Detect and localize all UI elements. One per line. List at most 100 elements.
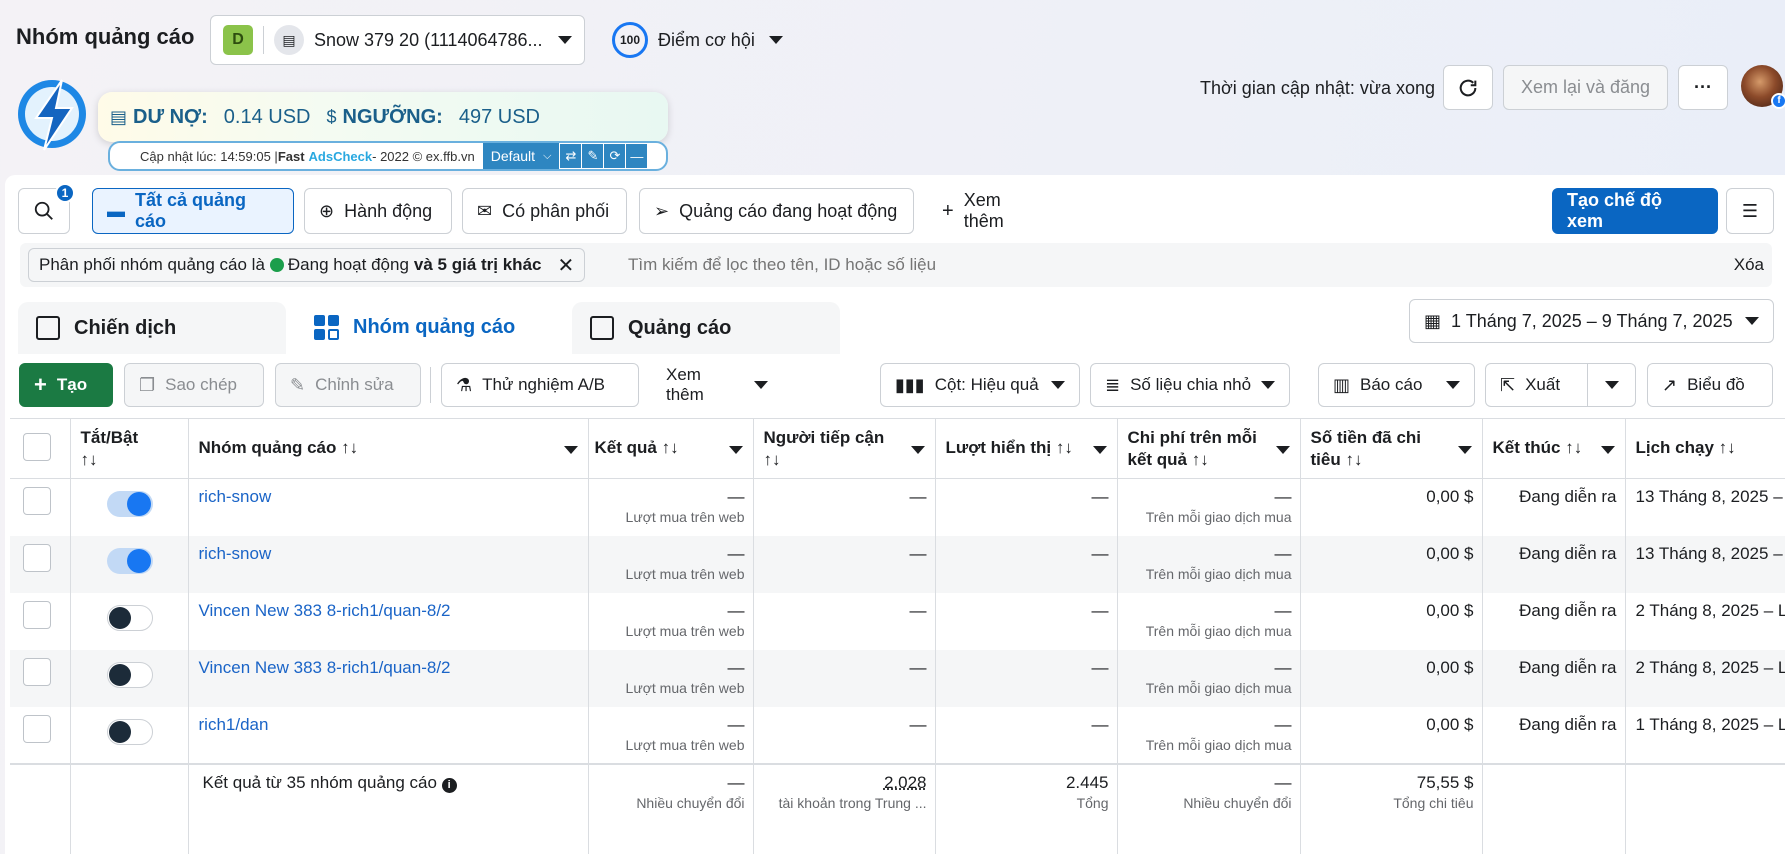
chevron-down-icon[interactable]	[563, 446, 578, 454]
ad-set-name-link[interactable]: Vincen New 383 8-rich1/quan-8/2	[199, 658, 451, 677]
header-ends[interactable]: Kết thúc ↑↓	[1482, 418, 1626, 479]
sort-icon[interactable]: ↑↓	[662, 438, 679, 457]
create-button[interactable]: + Tạo	[19, 363, 113, 407]
avatar[interactable]: f	[1741, 65, 1785, 109]
sort-icon[interactable]: ↑↓	[1565, 438, 1582, 457]
table-row[interactable]: rich-snow — Lượt mua trên web — — — Trên mỗi g…	[10, 535, 1785, 593]
ad-set-name-link[interactable]: rich1/dan	[199, 715, 269, 734]
ad-set-name-link[interactable]: rich-snow	[199, 487, 272, 506]
row-checkbox[interactable]	[23, 714, 51, 743]
clear-filters-button[interactable]: Xóa	[1734, 255, 1764, 275]
breakdown-icon: ≣	[1105, 374, 1121, 395]
export-menu-button[interactable]	[1587, 363, 1636, 407]
row-checkbox[interactable]	[23, 543, 51, 572]
actions-button[interactable]: ⊕ Hành động	[304, 188, 452, 234]
ad-set-name-link[interactable]: Vincen New 383 8-rich1/quan-8/2	[199, 601, 451, 620]
summary-label-cell: Kết quả từ 35 nhóm quảng cáo i	[188, 762, 589, 854]
edit-icon[interactable]: ✎	[581, 144, 604, 168]
sliders-icon: ☰	[1741, 200, 1759, 221]
filter-search-input[interactable]	[628, 249, 1528, 281]
toggle-cell	[70, 478, 189, 536]
results-cell: — Lượt mua trên web	[588, 592, 754, 650]
refresh-button[interactable]	[1443, 65, 1493, 110]
charts-button[interactable]: ↗ Biểu đồ	[1647, 363, 1773, 407]
results-value: —	[727, 487, 745, 506]
see-more-actions-button[interactable]: Xem thêm	[652, 363, 782, 407]
settings-button[interactable]: ☰	[1726, 188, 1774, 234]
chevron-down-icon[interactable]	[910, 446, 925, 454]
chevron-down-icon	[1446, 381, 1460, 389]
chevron-down-icon[interactable]	[1275, 446, 1290, 454]
header-amount-spent[interactable]: Số tiền đã chi tiêu ↑↓	[1300, 418, 1483, 479]
summary-value[interactable]: 2.028	[764, 773, 927, 793]
header-cost-per-result[interactable]: Chi phí trên mỗi kết quả ↑↓	[1117, 418, 1301, 479]
delivery-toggle[interactable]	[106, 547, 153, 574]
edit-button[interactable]: ✎ Chỉnh sửa	[275, 363, 421, 407]
header-ad-set[interactable]: Nhóm quảng cáo ↑↓	[188, 418, 589, 479]
sort-icon[interactable]: ↑↓	[81, 450, 98, 469]
sort-icon[interactable]: ↑↓	[1192, 450, 1209, 469]
date-range-picker[interactable]: ▦ 1 Tháng 7, 2025 – 9 Tháng 7, 2025	[1409, 299, 1774, 343]
search-button[interactable]: 1	[18, 183, 75, 234]
header-schedule[interactable]: Lịch chạy ↑↓	[1625, 418, 1785, 479]
table-row[interactable]: Vincen New 383 8-rich1/quan-8/2 — Lượt mua…	[10, 649, 1785, 707]
shuffle-icon[interactable]: ⇄	[559, 144, 582, 168]
reach-value: —	[909, 714, 927, 734]
active-ads-button[interactable]: ➢ Quảng cáo đang hoạt động	[639, 188, 914, 234]
delivery-toggle[interactable]	[106, 491, 153, 517]
all-ads-button[interactable]: ▬ Tất cả quảng cáo	[92, 188, 294, 234]
export-button[interactable]: ⇱ Xuất	[1485, 363, 1588, 407]
table-row[interactable]: rich1/dan — Lượt mua trên web — — — Trên mỗi g…	[10, 706, 1785, 764]
chevron-down-icon[interactable]	[1600, 446, 1615, 454]
columns-button[interactable]: ▮▮▮ Cột: Hiệu quả	[880, 363, 1080, 407]
table-row[interactable]: rich-snow — Lượt mua trên web — — — Trên mỗi g…	[10, 478, 1785, 536]
account-selector[interactable]: D ▤ Snow 379 20 (1114064786...	[210, 15, 585, 65]
delivering-button[interactable]: ✉ Có phân phối	[462, 188, 627, 234]
header-toggle[interactable]: Tắt/Bật ↑↓	[70, 418, 189, 479]
sort-icon[interactable]: ↑↓	[764, 450, 781, 469]
duplicate-button[interactable]: ❐ Sao chép	[124, 363, 264, 407]
info-icon[interactable]: i	[441, 777, 457, 793]
delivery-toggle[interactable]	[106, 604, 153, 631]
sort-icon[interactable]: ↑↓	[1056, 438, 1073, 457]
tab-campaigns[interactable]: Chiến dịch	[18, 302, 286, 354]
reports-button[interactable]: ▥ Báo cáo	[1318, 363, 1475, 407]
tab-ads[interactable]: Quảng cáo	[572, 302, 840, 354]
minimize-icon[interactable]: —	[625, 144, 648, 168]
opportunity-score[interactable]: 100 Điểm cơ hội	[612, 22, 783, 58]
results-value: —	[727, 543, 745, 563]
summary-results: — Nhiều chuyển đổi	[588, 762, 754, 854]
row-checkbox[interactable]	[23, 657, 51, 686]
ad-set-name-link[interactable]: rich-snow	[199, 544, 272, 563]
preset-select[interactable]: Default ⌵	[482, 143, 560, 169]
select-all-checkbox[interactable]	[23, 433, 51, 461]
header-impressions[interactable]: Lượt hiển thị ↑↓	[935, 418, 1118, 479]
updated-prefix: Cập nhật lúc: 14:59:05 |	[140, 148, 278, 164]
chevron-down-icon[interactable]	[728, 446, 743, 454]
breakdown-button[interactable]: ≣ Số liệu chia nhỏ	[1090, 363, 1290, 407]
header-reach[interactable]: Người tiếp cận ↑↓	[753, 418, 936, 479]
review-publish-button[interactable]: Xem lại và đăng	[1503, 65, 1668, 110]
summary-sub: Tổng chi tiêu	[1393, 794, 1474, 811]
sort-icon[interactable]: ↑↓	[1719, 438, 1736, 457]
chevron-down-icon	[1604, 381, 1619, 389]
results-sub: Lượt mua trên web	[625, 679, 745, 696]
create-view-button[interactable]: Tạo chế độ xem	[1552, 188, 1718, 234]
more-options-button[interactable]: ···	[1678, 65, 1728, 110]
see-more-filters-button[interactable]: + Xem thêm	[928, 188, 1058, 234]
chevron-down-icon[interactable]	[1092, 446, 1107, 454]
row-checkbox[interactable]	[23, 600, 51, 629]
ab-test-button[interactable]: ⚗ Thử nghiệm A/B	[441, 363, 639, 407]
sort-icon[interactable]: ↑↓	[341, 438, 358, 457]
chevron-down-icon[interactable]	[1457, 446, 1472, 454]
delivery-toggle[interactable]	[106, 661, 153, 688]
sync-icon[interactable]: ⟳	[603, 144, 626, 168]
row-checkbox[interactable]	[23, 487, 51, 515]
sort-icon[interactable]: ↑↓	[1345, 450, 1362, 469]
tab-ad-sets[interactable]: Nhóm quảng cáo	[296, 298, 564, 356]
table-row[interactable]: Vincen New 383 8-rich1/quan-8/2 — Lượt mua…	[10, 592, 1785, 650]
close-icon[interactable]: ✕	[557, 253, 574, 278]
header-results[interactable]: Kết quả ↑↓	[588, 418, 754, 479]
delivery-toggle[interactable]	[106, 718, 153, 745]
filter-chip[interactable]: Phân phối nhóm quảng cáo là Đang hoạt độ…	[28, 248, 586, 282]
